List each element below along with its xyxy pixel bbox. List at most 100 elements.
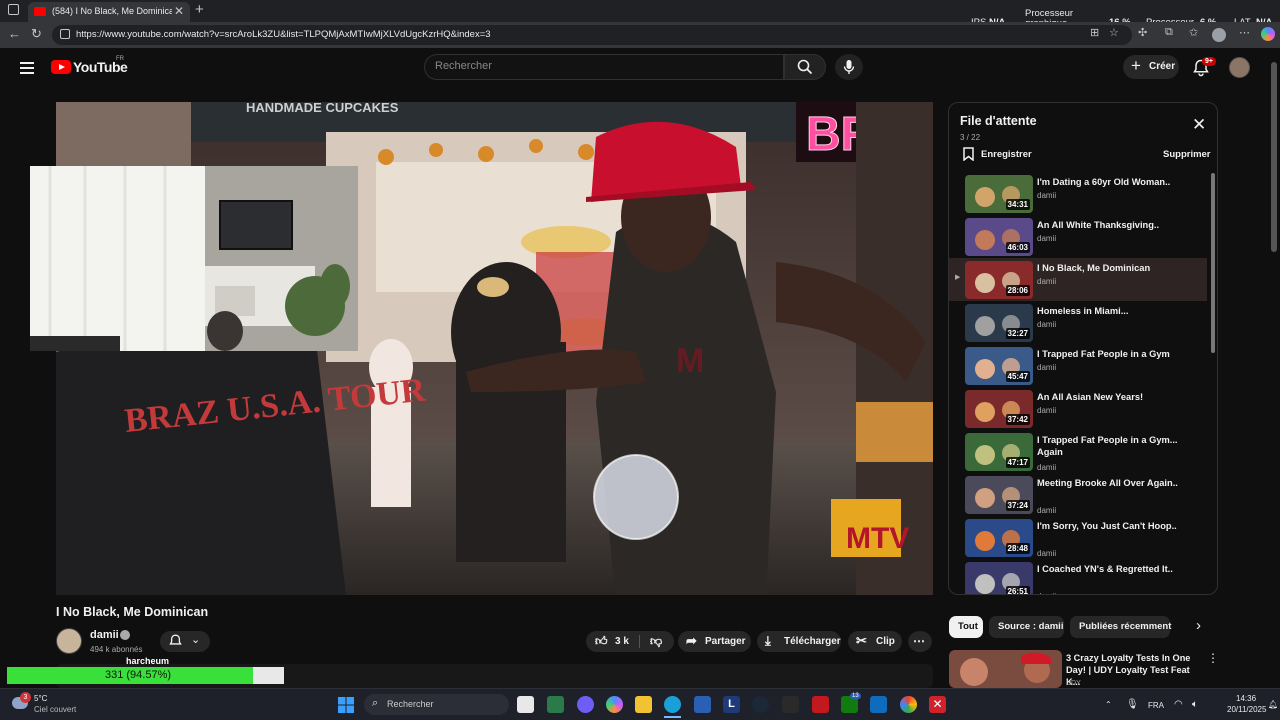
voice-search-button[interactable] [835, 54, 863, 80]
volume-icon[interactable]: 🔈︎ [1192, 699, 1198, 710]
queue-scrollbar[interactable] [1211, 173, 1215, 353]
copilot-app-icon[interactable] [606, 696, 623, 713]
tab-actions-icon[interactable] [8, 4, 19, 15]
queue-item-title[interactable]: I Trapped Fat People in a Gym... Again [1037, 434, 1187, 458]
chrome-icon[interactable] [900, 696, 917, 713]
queue-item-title[interactable]: I'm Dating a 60yr Old Woman.. [1037, 176, 1187, 188]
queue-thumbnail[interactable]: 32:27 [965, 304, 1033, 342]
subscription-bell-button[interactable]: ⌄ [160, 631, 210, 652]
weather-desc[interactable]: Ciel couvert [34, 705, 76, 714]
search-button[interactable] [784, 54, 826, 80]
queue-item-channel[interactable]: damii [1037, 592, 1056, 594]
queue-item[interactable]: ▶ 28:06 I No Black, Me Dominican damii [949, 258, 1207, 301]
edge-icon[interactable] [664, 696, 681, 713]
notification-center-icon[interactable]: 🔔︎ [1268, 700, 1278, 709]
queue-close-icon[interactable]: ✕ [1192, 115, 1206, 135]
channel-avatar[interactable] [56, 628, 82, 654]
queue-item[interactable]: 37:24 Meeting Brooke All Over Again.. dami… [949, 473, 1207, 516]
create-button[interactable]: + Créer [1123, 55, 1179, 79]
launcher-l-icon[interactable]: L [723, 696, 740, 713]
queue-item-channel[interactable]: damii [1037, 234, 1056, 243]
favorite-icon[interactable]: ☆ [1109, 26, 1119, 39]
queue-item-title[interactable]: I Coached YN's & Regretted It.. [1037, 563, 1187, 575]
back-icon[interactable]: ← [8, 26, 21, 41]
split-icon[interactable]: ⧉ [1165, 26, 1173, 39]
queue-item-title[interactable]: I Trapped Fat People in a Gym [1037, 348, 1187, 360]
queue-item-channel[interactable]: damii [1037, 363, 1056, 372]
queue-thumbnail[interactable]: 45:47 [965, 347, 1033, 385]
queue-item-title[interactable]: An All White Thanksgiving.. [1037, 219, 1187, 231]
delete-queue-button[interactable]: Supprimer [1163, 149, 1211, 160]
wifi-icon[interactable]: ◠ [1174, 699, 1183, 710]
channel-name[interactable]: damii [90, 629, 119, 641]
queue-item[interactable]: 47:17 I Trapped Fat People in a Gym... Ag… [949, 430, 1207, 473]
queue-thumbnail[interactable]: 37:42 [965, 390, 1033, 428]
tab-close-icon[interactable]: ✕ [174, 4, 184, 18]
copilot-icon[interactable] [1261, 27, 1275, 41]
queue-item-channel[interactable]: damii [1037, 320, 1056, 329]
more-actions-button[interactable]: ⋯ [908, 631, 932, 652]
queue-item[interactable]: 37:42 An All Asian New Years! damii [949, 387, 1207, 430]
more-icon[interactable]: ⋯ [1239, 26, 1250, 39]
queue-item-channel[interactable]: damii [1037, 406, 1056, 415]
tray-mic-icon[interactable]: 🎙︎ [1126, 699, 1139, 710]
puzzle-icon[interactable]: ✣ [1138, 26, 1147, 39]
extension-icon[interactable]: ⊞ [1090, 26, 1099, 39]
recommended-menu-icon[interactable]: ⋮ [1207, 651, 1219, 665]
queue-item-channel[interactable]: damii [1037, 277, 1056, 286]
queue-thumbnail[interactable]: 34:31 [965, 175, 1033, 213]
language-indicator[interactable]: FRA [1148, 701, 1164, 710]
save-playlist-button[interactable]: Enregistrer [963, 147, 1032, 164]
clock-time[interactable]: 14:36 [1236, 694, 1256, 703]
like-button[interactable]: 👍︎ 3 k [586, 631, 636, 652]
queue-item[interactable]: 45:47 I Trapped Fat People in a Gym damii [949, 344, 1207, 387]
recommended-title[interactable]: 3 Crazy Loyalty Tests In One Day! | UDY … [1066, 652, 1201, 688]
reload-icon[interactable]: ↻ [31, 26, 42, 42]
queue-thumbnail[interactable]: 37:24 [965, 476, 1033, 514]
queue-item-title[interactable]: I'm Sorry, You Just Can't Hoop.. [1037, 520, 1187, 532]
task-view-icon[interactable] [517, 696, 534, 713]
menu-icon[interactable] [20, 62, 34, 77]
queue-item[interactable]: 46:03 An All White Thanksgiving.. damii [949, 215, 1207, 258]
discord-icon[interactable] [577, 696, 594, 713]
steam-icon[interactable] [752, 696, 769, 713]
page-scrollbar[interactable] [1271, 62, 1277, 252]
dislike-button[interactable]: 👎︎ [641, 631, 674, 652]
weather-temp[interactable]: 5°C [34, 694, 47, 703]
queue-thumbnail[interactable]: 47:17 [965, 433, 1033, 471]
outlook-icon[interactable] [870, 696, 887, 713]
tray-chevron-icon[interactable]: ⌃ [1105, 700, 1112, 709]
share-button[interactable]: ➦ Partager [678, 631, 751, 652]
account-avatar[interactable] [1229, 57, 1250, 78]
queue-thumbnail[interactable]: 26:51 [965, 562, 1033, 594]
queue-item-channel[interactable]: damii [1037, 506, 1056, 515]
chip-recent[interactable]: Publiées récemment [1070, 616, 1171, 638]
app-icon-1[interactable] [547, 696, 564, 713]
chip-all[interactable]: Tout [949, 616, 983, 638]
store-icon[interactable] [694, 696, 711, 713]
queue-thumbnail[interactable]: 46:03 [965, 218, 1033, 256]
queue-item[interactable]: 34:31 I'm Dating a 60yr Old Woman.. damii [949, 172, 1207, 215]
queue-item-title[interactable]: Homeless in Miami... [1037, 305, 1187, 317]
chevron-right-icon[interactable]: › [1196, 617, 1201, 634]
queue-thumbnail[interactable]: 28:06 [965, 261, 1033, 299]
url-field[interactable]: https://www.youtube.com/watch?v=srcAroLk… [52, 25, 1132, 45]
queue-thumbnail[interactable]: 28:48 [965, 519, 1033, 557]
recommended-channel[interactable]: UDY [1066, 680, 1081, 687]
windows-start-icon[interactable] [338, 697, 354, 713]
queue-item-title[interactable]: I No Black, Me Dominican [1037, 262, 1187, 274]
search-box[interactable] [424, 54, 784, 80]
file-explorer-icon[interactable] [635, 696, 652, 713]
chip-source[interactable]: Source : damii [989, 616, 1064, 638]
new-tab-icon[interactable]: + [195, 1, 204, 18]
clock-date[interactable]: 20/11/2025 [1227, 705, 1266, 714]
queue-item-channel[interactable]: damii [1037, 191, 1056, 200]
queue-item[interactable]: 32:27 Homeless in Miami... damii [949, 301, 1207, 344]
mcafee-icon[interactable] [812, 696, 829, 713]
youtube-logo-icon[interactable] [51, 60, 71, 74]
download-button[interactable]: ⤓ Télécharger [757, 631, 841, 652]
epic-games-icon[interactable] [782, 696, 799, 713]
close-app-icon[interactable]: ✕ [929, 696, 946, 713]
queue-item[interactable]: 28:48 I'm Sorry, You Just Can't Hoop.. dam… [949, 516, 1207, 559]
favorites-bar-icon[interactable]: ✩ [1189, 26, 1198, 39]
